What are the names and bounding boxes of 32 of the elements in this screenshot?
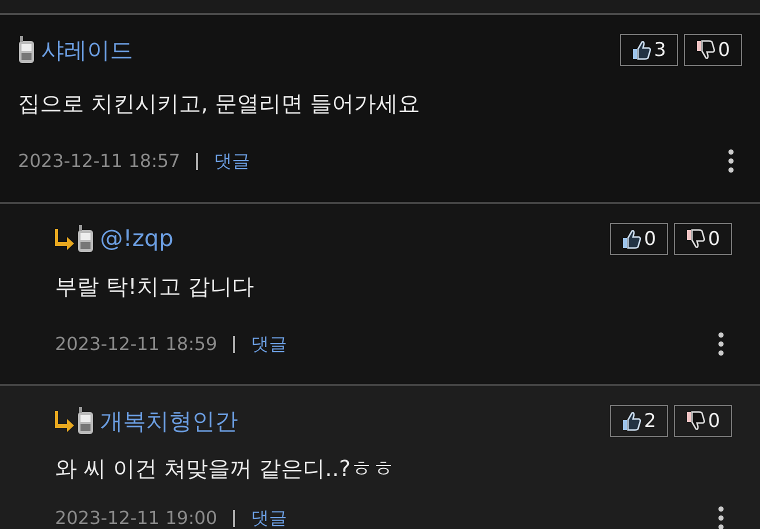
phone-icon [18,36,35,64]
thumbs-down-icon [696,40,716,60]
author-link[interactable]: @!zqp [100,226,174,252]
thumbs-up-icon [622,229,642,249]
reply-arrow-icon [55,410,75,432]
phone-icon [77,407,94,435]
like-button[interactable]: 0 [610,223,668,255]
thumbs-up-icon [632,40,652,60]
more-icon[interactable] [718,332,724,356]
timestamp: 2023-12-11 19:00 [55,508,218,528]
author-link[interactable]: 샤레이드 [41,34,133,66]
thumbs-down-icon [686,411,706,431]
like-button[interactable]: 3 [620,34,678,66]
comment-text: 와 씨 이건 쳐맞을꺼 같은디..?ㅎㅎ [55,456,396,484]
timestamp: 2023-12-11 18:57 [18,150,180,172]
reply-link[interactable]: 댓글 [251,506,288,529]
reply-link[interactable]: 댓글 [251,332,288,356]
reply-arrow-icon [55,228,75,250]
more-icon[interactable] [718,506,724,529]
reply-link[interactable]: 댓글 [214,149,250,173]
thumbs-down-icon [686,229,706,249]
like-button[interactable]: 2 [610,405,668,437]
more-icon[interactable] [728,149,734,173]
comment-text: 집으로 치킨시키고, 문열리면 들어가세요 [18,91,421,119]
dislike-button[interactable]: 0 [674,223,732,255]
dislike-button[interactable]: 0 [674,405,732,437]
dislike-button[interactable]: 0 [684,34,742,66]
timestamp: 2023-12-11 18:59 [55,334,218,354]
thumbs-up-icon [622,411,642,431]
phone-icon [77,225,94,253]
comment-text: 부랄 탁!치고 갑니다 [55,274,255,302]
author-link[interactable]: 개복치형인간 [100,406,238,436]
